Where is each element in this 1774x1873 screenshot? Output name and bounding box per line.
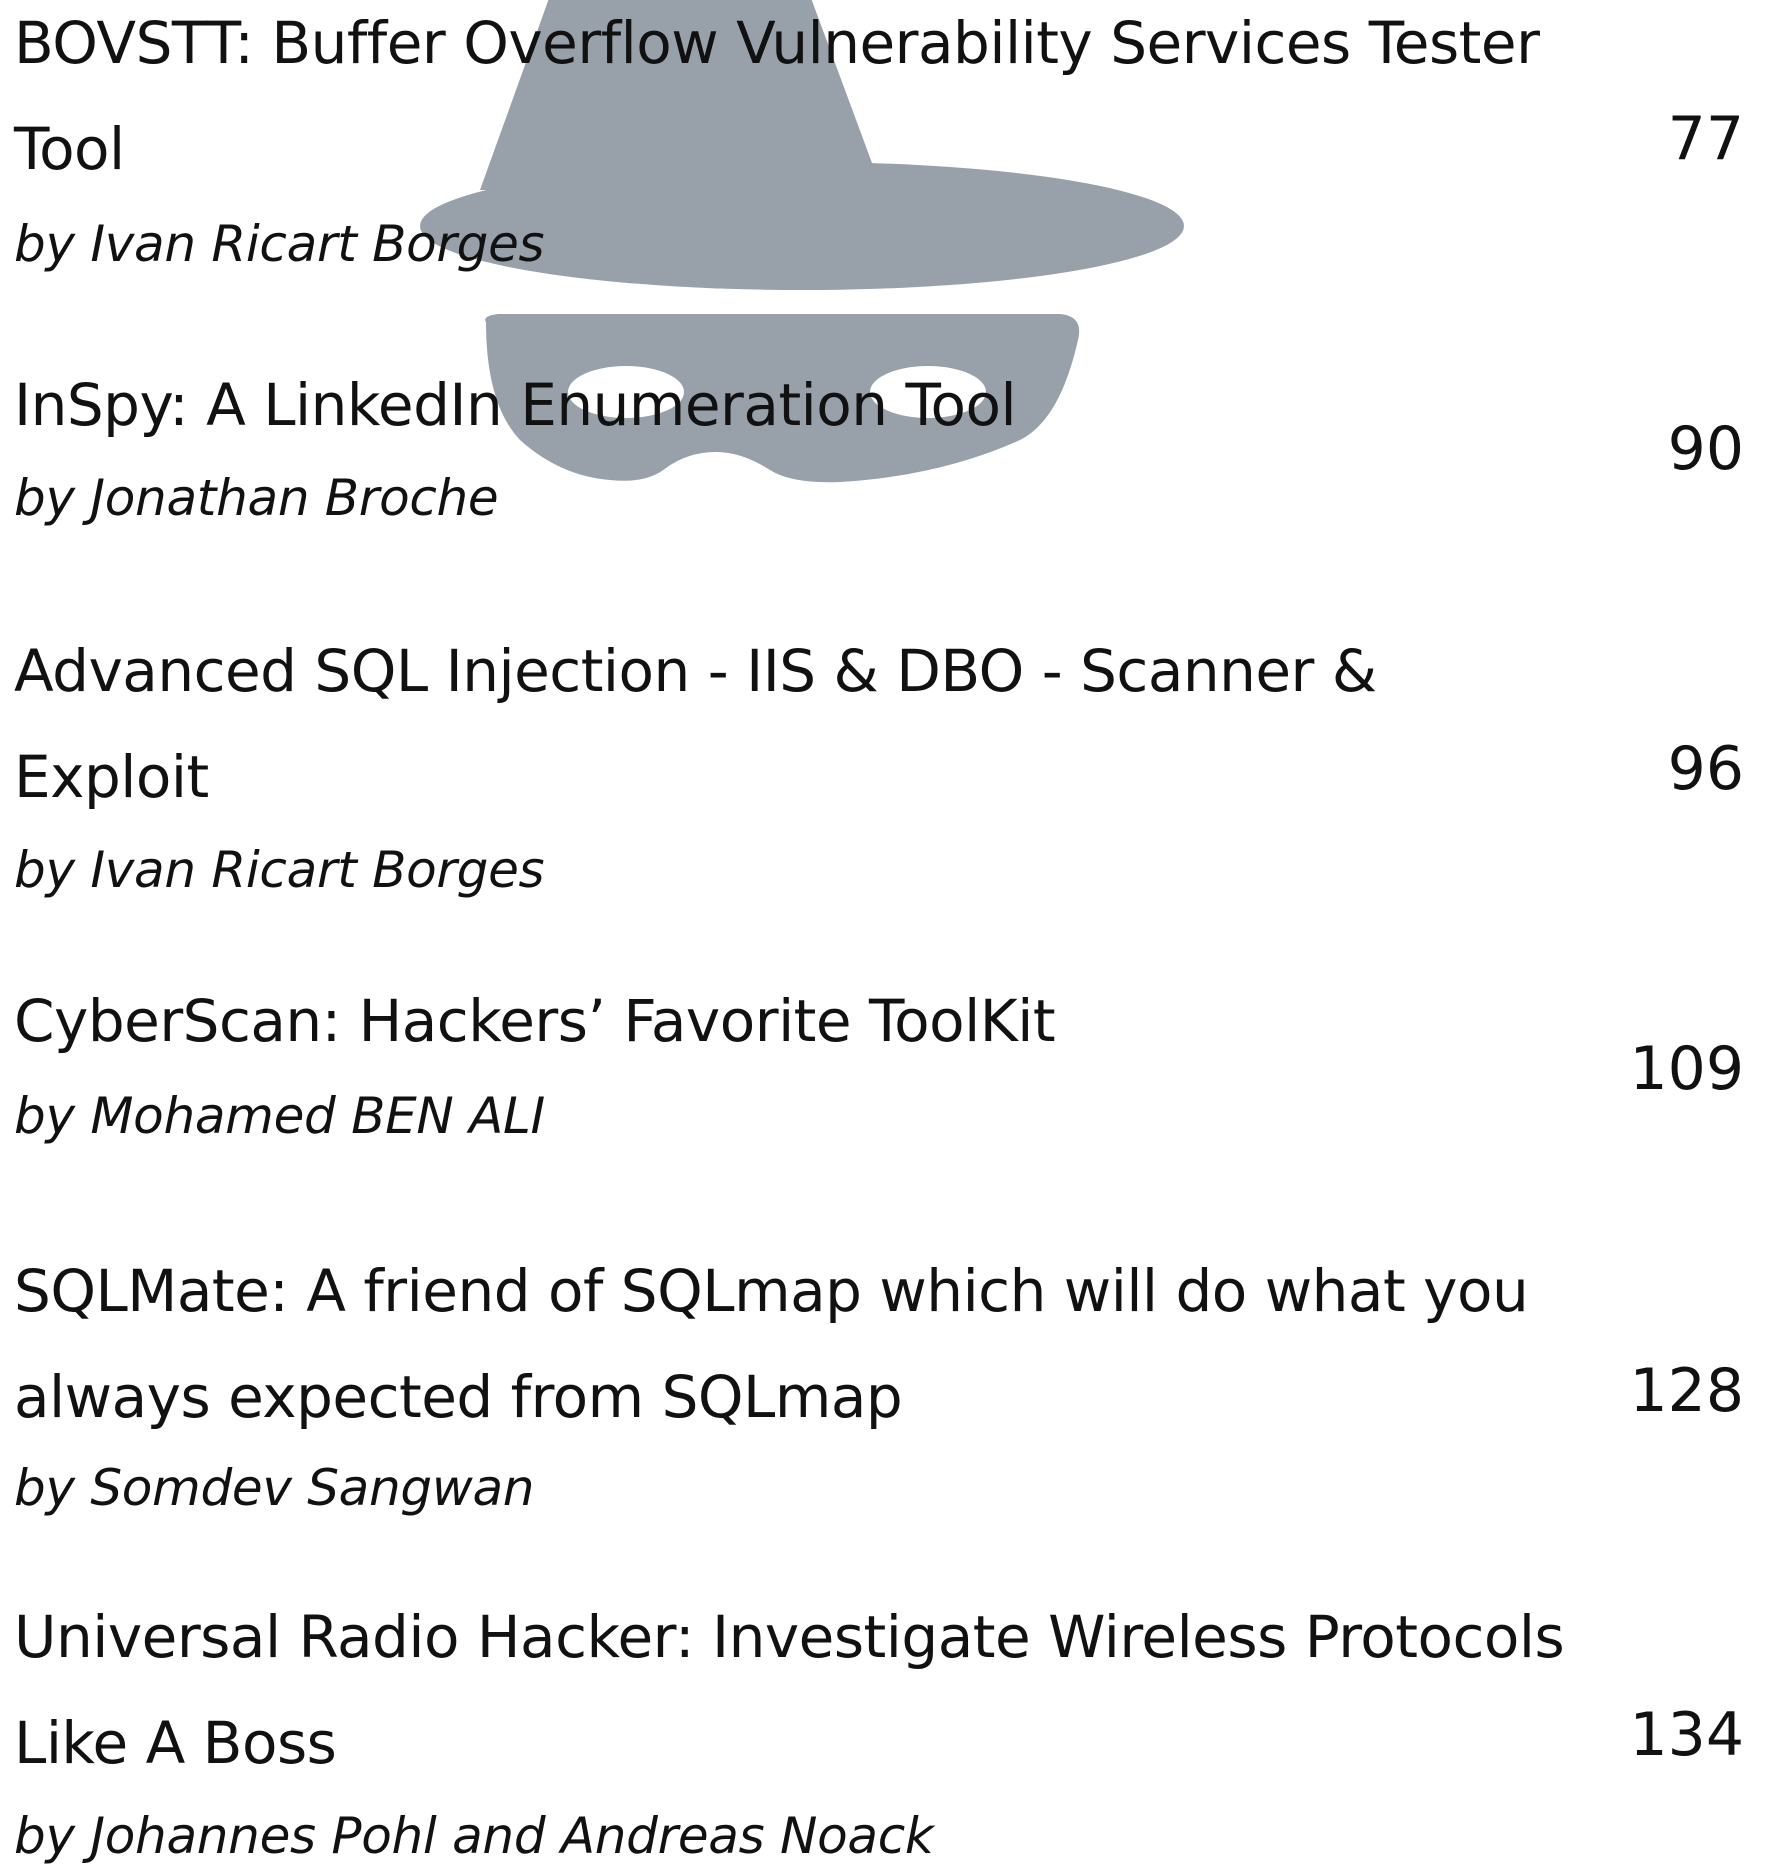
- entry-author: by Ivan Ricart Borges: [14, 215, 545, 273]
- entry-title: BOVSTT: Buffer Overflow Vulnerability Se…: [14, 9, 1540, 183]
- entry-title: Universal Radio Hacker: Investigate Wire…: [14, 1603, 1565, 1777]
- entry-page-number: 90: [1667, 414, 1744, 484]
- entry-page-number: 77: [1667, 104, 1744, 174]
- entry-page-number: 128: [1629, 1356, 1744, 1426]
- entry-author: by Somdev Sangwan: [14, 1459, 535, 1517]
- entry-page-number: 96: [1667, 734, 1744, 804]
- entry-author: by Mohamed BEN ALI: [14, 1087, 545, 1145]
- entry-title: InSpy: A LinkedIn Enumeration Tool: [14, 371, 1017, 439]
- entry-title: CyberScan: Hackers’ Favorite ToolKit: [14, 987, 1056, 1055]
- entry-author: by Ivan Ricart Borges: [14, 841, 545, 899]
- entry-title: Advanced SQL Injection - IIS & DBO - Sca…: [14, 637, 1377, 811]
- table-of-contents: BOVSTT: Buffer Overflow Vulnerability Se…: [0, 0, 1774, 1873]
- entry-page-number: 134: [1629, 1700, 1744, 1770]
- entry-title: SQLMate: A friend of SQLmap which will d…: [14, 1257, 1529, 1431]
- entry-author: by Jonathan Broche: [14, 469, 499, 527]
- entry-author: by Johannes Pohl and Andreas Noack: [14, 1807, 934, 1865]
- entry-page-number: 109: [1629, 1034, 1744, 1104]
